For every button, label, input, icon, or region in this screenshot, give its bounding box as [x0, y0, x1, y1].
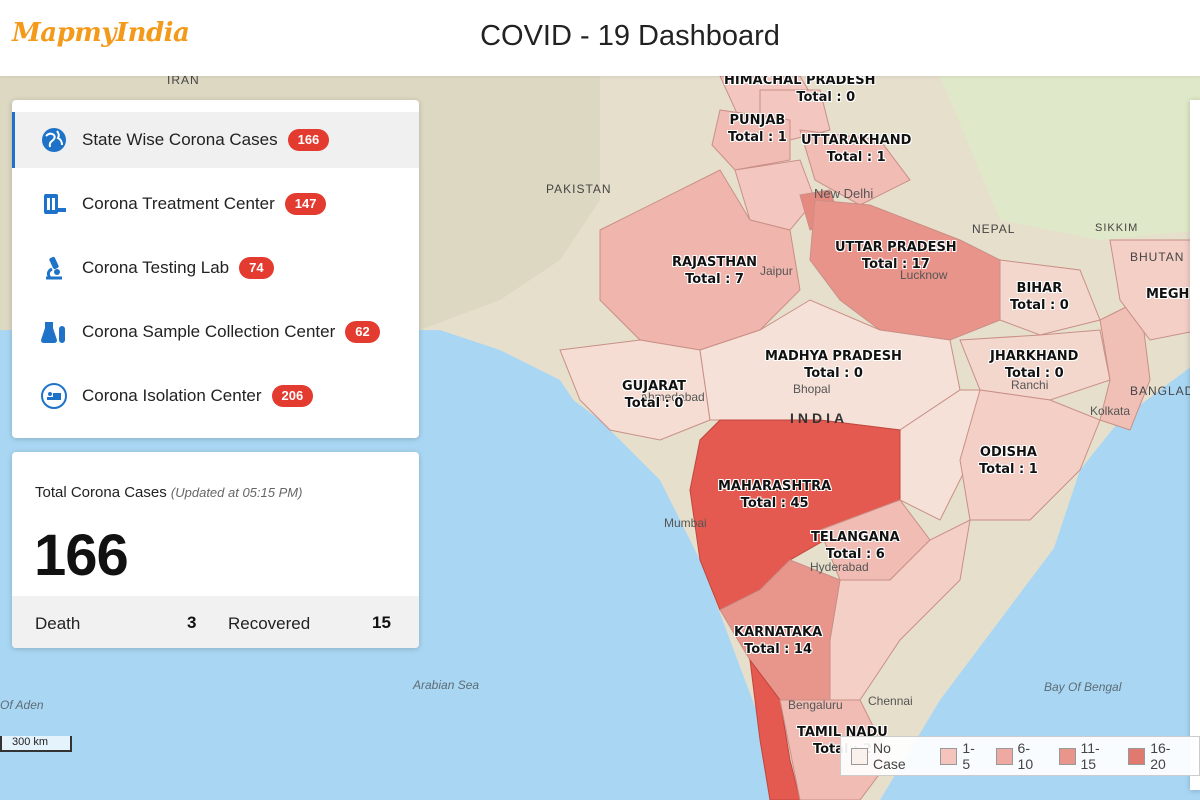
- count-badge: 166: [287, 129, 330, 151]
- legend-swatch: [1128, 747, 1146, 765]
- city-label-chennai: Chennai: [868, 694, 913, 708]
- city-label-bhopal: Bhopal: [793, 382, 831, 396]
- total-cases-card: Total Corona Cases (Updated at 05:15 PM)…: [12, 452, 419, 648]
- page-title: COVID - 19 Dashboard: [480, 20, 780, 52]
- app-header: MapmyIndia COVID - 19 Dashboard: [0, 0, 1200, 76]
- count-badge: 74: [239, 257, 274, 279]
- place-label-sikkim: SIKKIM: [1095, 222, 1139, 234]
- menu-item-isolation-center[interactable]: Corona Isolation Center 206: [12, 368, 419, 424]
- city-label-kolkata: Kolkata: [1090, 404, 1131, 418]
- sea-label-arabian: Arabian Sea: [413, 678, 480, 692]
- state-total-rajasthan[interactable]: RAJASTHAN Total : 7: [672, 254, 757, 288]
- legend-item: No Case: [851, 740, 927, 772]
- count-badge: 147: [284, 193, 327, 215]
- count-badge: 206: [271, 385, 314, 407]
- state-total-gujarat[interactable]: GUJARAT Total : 0: [622, 378, 686, 412]
- legend-item: 16-20: [1128, 740, 1186, 772]
- city-label-new-delhi: New Delhi: [814, 186, 874, 201]
- legend-swatch: [995, 747, 1013, 765]
- menu-item-treatment-center[interactable]: Corona Treatment Center 147: [12, 176, 419, 232]
- state-total-punjab[interactable]: PUNJAB Total : 1: [728, 112, 787, 146]
- death-value: 3: [187, 613, 197, 632]
- recovered-label: Recovered: [228, 614, 311, 633]
- sea-label-bay-of-bengal: Bay Of Bengal: [1044, 680, 1122, 694]
- globe-icon: [40, 126, 68, 154]
- isolation-bed-icon: [40, 382, 68, 410]
- country-label-nepal: NEPAL: [972, 222, 1016, 236]
- state-total-bihar[interactable]: BIHAR Total : 0: [1010, 280, 1069, 314]
- test-tube-icon: [40, 318, 68, 346]
- menu-item-label: State Wise Corona Cases: [82, 130, 278, 149]
- state-total-jharkhand[interactable]: JHARKHAND Total : 0: [990, 348, 1078, 382]
- total-cases-value: 166: [34, 523, 129, 588]
- menu-item-label: Corona Testing Lab: [82, 258, 230, 277]
- microscope-icon: [40, 254, 68, 282]
- menu-item-sample-collection[interactable]: Corona Sample Collection Center 62: [12, 304, 419, 360]
- death-label: Death: [35, 614, 81, 633]
- city-label-bengaluru: Bengaluru: [788, 698, 843, 712]
- menu-item-label: Corona Sample Collection Center: [82, 322, 336, 341]
- menu-item-testing-lab[interactable]: Corona Testing Lab 74: [12, 240, 419, 296]
- map-scale-bar: 300 km: [0, 736, 72, 752]
- legend-swatch: [851, 747, 868, 765]
- count-badge: 62: [345, 321, 380, 343]
- menu-item-state-wise-cases[interactable]: State Wise Corona Cases 166: [12, 112, 419, 168]
- state-total-madhya-pradesh[interactable]: MADHYA PRADESH Total : 0: [765, 348, 902, 382]
- state-total-himachal[interactable]: HIMACHAL PRADESH Total : 0: [724, 76, 876, 106]
- state-total-uttarakhand[interactable]: UTTARAKHAND Total : 1: [801, 132, 911, 166]
- country-label-iran: IRAN: [167, 76, 200, 87]
- country-label-india: INDIA: [790, 410, 849, 426]
- legend-item: 6-10: [995, 740, 1046, 772]
- state-label-megh: MEGH: [1146, 287, 1190, 302]
- state-total-maharashtra[interactable]: MAHARASHTRA Total : 45: [718, 478, 831, 512]
- city-label-mumbai: Mumbai: [664, 516, 707, 530]
- country-label-pakistan: PAKISTAN: [546, 182, 612, 196]
- state-total-odisha[interactable]: ODISHA Total : 1: [979, 444, 1038, 478]
- city-label-jaipur: Jaipur: [760, 264, 793, 278]
- state-total-telangana[interactable]: TELANGANA Total : 6: [811, 529, 900, 563]
- menu-item-label: Corona Isolation Center: [82, 386, 262, 405]
- legend-swatch: [940, 747, 958, 765]
- hospital-bed-icon: [40, 190, 68, 218]
- side-panel-edge: [1190, 100, 1200, 790]
- sea-label-gulf-of-aden: Of Aden: [0, 698, 44, 712]
- total-cases-title: Total Corona Cases (Updated at 05:15 PM): [35, 484, 303, 501]
- category-menu: State Wise Corona Cases 166 Corona Treat…: [12, 100, 419, 438]
- map-legend: No Case 1-5 6-10 11-15 16-20: [840, 736, 1200, 776]
- updated-time: (Updated at 05:15 PM): [170, 485, 303, 500]
- legend-item: 1-5: [940, 740, 982, 772]
- legend-swatch: [1058, 747, 1076, 765]
- stats-bar: Death 3 Recovered 15: [12, 596, 419, 648]
- country-label-bhutan: BHUTAN: [1130, 250, 1185, 264]
- state-total-uttar-pradesh[interactable]: UTTAR PRADESH Total : 17: [835, 239, 957, 273]
- legend-item: 11-15: [1058, 740, 1116, 772]
- menu-item-label: Corona Treatment Center: [82, 194, 275, 213]
- recovered-value: 15: [372, 613, 391, 632]
- state-total-karnataka[interactable]: KARNATAKA Total : 14: [734, 624, 822, 658]
